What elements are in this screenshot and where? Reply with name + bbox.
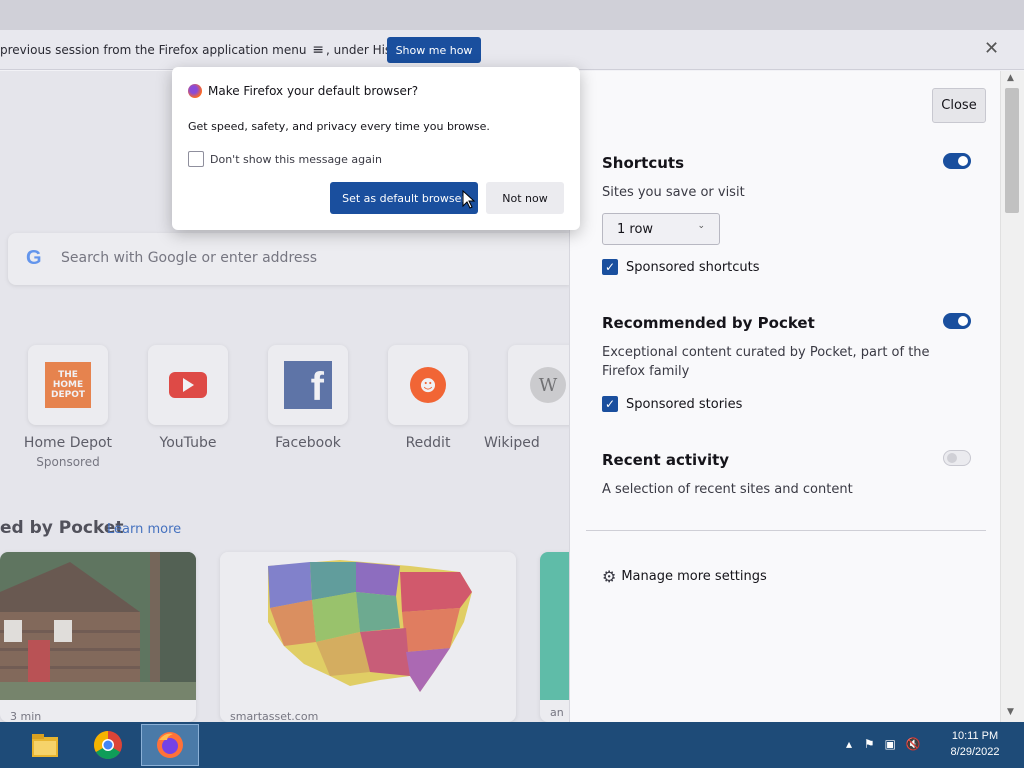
- file-explorer-icon[interactable]: [30, 730, 60, 760]
- sponsored-shortcuts-checkbox[interactable]: ✓ Sponsored shortcuts: [602, 259, 760, 275]
- manage-settings-link[interactable]: ⚙ Manage more settings: [602, 567, 767, 586]
- notification-text: previous session from the Firefox applic…: [0, 42, 418, 58]
- pocket-title: Recommended by Pocket: [602, 314, 815, 332]
- scroll-thumb[interactable]: [1005, 88, 1019, 213]
- shortcuts-subtitle: Sites you save or visit: [602, 185, 745, 200]
- tray-chevron-icon[interactable]: ▴: [846, 737, 852, 751]
- shortcuts-title: Shortcuts: [602, 154, 685, 172]
- not-now-button[interactable]: Not now: [486, 182, 564, 214]
- scroll-down-icon[interactable]: ▼: [1007, 707, 1014, 717]
- firefox-taskbar-button[interactable]: [141, 724, 199, 766]
- scrollbar[interactable]: ▲ ▼: [1000, 71, 1024, 722]
- mouse-cursor-icon: [462, 190, 476, 209]
- recent-activity-subtitle: A selection of recent sites and content: [602, 482, 853, 497]
- gear-icon: ⚙: [602, 567, 617, 586]
- clock-time: 10:11 PM: [951, 730, 999, 742]
- clock[interactable]: 10:11 PM 8/29/2022: [944, 728, 1006, 760]
- app-menu-icon: ≡: [312, 42, 324, 58]
- volume-muted-icon[interactable]: 🔇: [906, 737, 921, 751]
- shortcuts-toggle[interactable]: [943, 153, 971, 169]
- checkmark-icon: ✓: [602, 259, 618, 275]
- system-tray: ▴ ⚑ ▣ 🔇: [846, 737, 921, 751]
- chrome-icon[interactable]: [93, 730, 123, 760]
- recent-activity-toggle[interactable]: [943, 450, 971, 466]
- network-icon[interactable]: ▣: [884, 737, 895, 751]
- customize-panel: Close Shortcuts Sites you save or visit …: [569, 71, 1000, 722]
- checkmark-icon: ✓: [602, 396, 618, 412]
- recent-activity-title: Recent activity: [602, 451, 730, 469]
- default-browser-dialog: Make Firefox your default browser? Get s…: [172, 67, 580, 230]
- rows-value: 1 row: [617, 222, 654, 237]
- set-default-button[interactable]: Set as default browser: [330, 182, 478, 214]
- window-top-area: [0, 0, 1024, 30]
- dialog-body: Get speed, safety, and privacy every tim…: [188, 120, 490, 133]
- chevron-down-icon: ⌄: [697, 221, 705, 231]
- taskbar: ▴ ⚑ ▣ 🔇 10:11 PM 8/29/2022: [0, 722, 1024, 768]
- dont-show-checkbox[interactable]: Don't show this message again: [188, 151, 382, 167]
- checkbox-box[interactable]: [188, 151, 204, 167]
- divider: [586, 530, 986, 531]
- close-icon[interactable]: ✕: [984, 38, 999, 59]
- flag-icon[interactable]: ⚑: [864, 737, 875, 751]
- pocket-subtitle: Exceptional content curated by Pocket, p…: [602, 345, 930, 379]
- sponsored-stories-checkbox[interactable]: ✓ Sponsored stories: [602, 396, 742, 412]
- rows-select[interactable]: 1 row ⌄: [602, 213, 720, 245]
- close-panel-button[interactable]: Close: [932, 88, 986, 123]
- dialog-title: Make Firefox your default browser?: [208, 84, 419, 98]
- pocket-toggle[interactable]: [943, 313, 971, 329]
- notification-bar: previous session from the Firefox applic…: [0, 30, 1024, 70]
- firefox-icon: [157, 732, 183, 758]
- scroll-up-icon[interactable]: ▲: [1007, 73, 1014, 83]
- firefox-icon: [188, 84, 202, 98]
- show-me-how-button[interactable]: Show me how: [387, 37, 481, 63]
- clock-date: 8/29/2022: [950, 746, 1000, 758]
